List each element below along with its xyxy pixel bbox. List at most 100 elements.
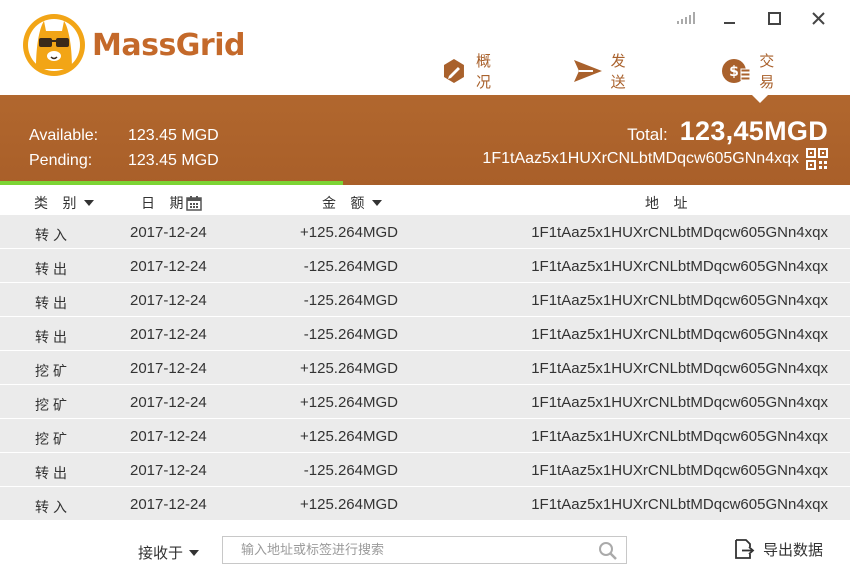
- total-value: 123,45MGD: [679, 116, 828, 146]
- column-address-label: 地 址: [645, 196, 693, 212]
- transaction-type: 转出: [35, 262, 71, 278]
- transaction-amount: -125.264MGD: [303, 258, 398, 275]
- window-controls: [664, 8, 840, 28]
- transaction-amount: +125.264MGD: [300, 496, 398, 513]
- search-icon[interactable]: [598, 541, 618, 561]
- maximize-button[interactable]: [752, 8, 796, 28]
- pencil-square-icon: [443, 59, 464, 83]
- table-row[interactable]: 转入 2017-12-24 +125.264MGD 1F1tAaz5x1HUXrCNL…: [0, 215, 850, 249]
- pending-value: 123.45 MGD: [128, 152, 219, 169]
- column-date-header[interactable]: 日 期: [141, 193, 203, 213]
- column-amount-header[interactable]: 金 额: [322, 193, 383, 213]
- chevron-down-icon: [372, 200, 383, 206]
- type-filter-dropdown[interactable]: 接收于: [138, 542, 200, 563]
- coin-list-icon: $: [722, 59, 751, 83]
- export-label: 导出数据: [763, 540, 824, 559]
- active-tab-indicator: [751, 94, 769, 103]
- transaction-amount: +125.264MGD: [300, 224, 398, 241]
- table-row[interactable]: 转入 2017-12-24 +125.264MGD 1F1tAaz5x1HUXrCNL…: [0, 487, 850, 521]
- tab-send[interactable]: 发 送: [573, 50, 658, 92]
- transaction-type: 挖矿: [35, 398, 71, 414]
- available-label: Available:: [29, 127, 99, 144]
- main-nav: 概 况 发 送 $ 交 易: [440, 50, 850, 92]
- transaction-date: 2017-12-24: [130, 428, 207, 445]
- transaction-date: 2017-12-24: [130, 394, 207, 411]
- transaction-address: 1F1tAaz5x1HUXrCNLbtMDqcw605GNn4xqx: [531, 428, 828, 445]
- transaction-address: 1F1tAaz5x1HUXrCNLbtMDqcw605GNn4xqx: [531, 462, 828, 479]
- transaction-date: 2017-12-24: [130, 326, 207, 343]
- column-type-header[interactable]: 类 别: [34, 193, 95, 213]
- transaction-amount: -125.264MGD: [303, 326, 398, 343]
- transaction-amount: +125.264MGD: [300, 394, 398, 411]
- chevron-down-icon: [189, 549, 200, 556]
- available-balance: Available: 123.45 MGD: [29, 127, 219, 145]
- column-amount-label: 金 额: [322, 196, 370, 212]
- transaction-address: 1F1tAaz5x1HUXrCNLbtMDqcw605GNn4xqx: [531, 224, 828, 241]
- search-input[interactable]: [223, 537, 583, 563]
- app-name: MassGrid: [92, 27, 246, 63]
- table-row[interactable]: 转出 2017-12-24 -125.264MGD 1F1tAaz5x1HUXrCNL…: [0, 317, 850, 351]
- wallet-address[interactable]: 1F1tAaz5x1HUXrCNLbtMDqcw605GNn4xqx: [482, 150, 799, 168]
- transaction-amount: +125.264MGD: [300, 428, 398, 445]
- qr-code-icon[interactable]: [806, 148, 828, 170]
- transaction-amount: +125.264MGD: [300, 360, 398, 377]
- pending-balance: Pending: 123.45 MGD: [29, 152, 219, 170]
- table-row[interactable]: 挖矿 2017-12-24 +125.264MGD 1F1tAaz5x1HUXrCNL…: [0, 385, 850, 419]
- transaction-date: 2017-12-24: [130, 258, 207, 275]
- alpaca-logo-icon: [23, 14, 85, 76]
- transaction-date: 2017-12-24: [130, 292, 207, 309]
- wallet-address-row: 1F1tAaz5x1HUXrCNLbtMDqcw605GNn4xqx: [482, 148, 828, 170]
- svg-text:$: $: [729, 64, 739, 80]
- transaction-type: 转出: [35, 296, 71, 312]
- pending-label: Pending:: [29, 152, 93, 169]
- close-button[interactable]: [796, 8, 840, 28]
- transaction-date: 2017-12-24: [130, 360, 207, 377]
- transaction-type: 转入: [35, 500, 71, 516]
- paper-plane-icon: [573, 60, 602, 82]
- transaction-address: 1F1tAaz5x1HUXrCNLbtMDqcw605GNn4xqx: [531, 394, 828, 411]
- tab-overview[interactable]: 概 况: [440, 50, 523, 92]
- transaction-address: 1F1tAaz5x1HUXrCNLbtMDqcw605GNn4xqx: [531, 326, 828, 343]
- signal-strength-icon: [664, 8, 708, 28]
- transaction-date: 2017-12-24: [130, 224, 207, 241]
- tab-send-label: 发 送: [610, 52, 630, 91]
- transaction-address: 1F1tAaz5x1HUXrCNLbtMDqcw605GNn4xqx: [531, 496, 828, 513]
- table-row[interactable]: 转出 2017-12-24 -125.264MGD 1F1tAaz5x1HUXrCNL…: [0, 283, 850, 317]
- available-value: 123.45 MGD: [128, 127, 219, 144]
- table-row[interactable]: 挖矿 2017-12-24 +125.264MGD 1F1tAaz5x1HUXrCNL…: [0, 351, 850, 385]
- transaction-type: 挖矿: [35, 364, 71, 380]
- column-date-label: 日 期: [141, 196, 189, 212]
- transaction-address: 1F1tAaz5x1HUXrCNLbtMDqcw605GNn4xqx: [531, 292, 828, 309]
- calendar-icon: [186, 196, 203, 211]
- transaction-type: 挖矿: [35, 432, 71, 448]
- transaction-table: 转入 2017-12-24 +125.264MGD 1F1tAaz5x1HUXrCNL…: [0, 215, 850, 521]
- transaction-amount: -125.264MGD: [303, 462, 398, 479]
- chevron-down-icon: [84, 200, 95, 206]
- transaction-address: 1F1tAaz5x1HUXrCNLbtMDqcw605GNn4xqx: [531, 258, 828, 275]
- total-label: Total:: [627, 125, 668, 144]
- transaction-type: 转出: [35, 330, 71, 346]
- table-row[interactable]: 转出 2017-12-24 -125.264MGD 1F1tAaz5x1HUXrCNL…: [0, 453, 850, 487]
- table-header: 类 别 日 期 金 额 地 址: [0, 185, 850, 215]
- tab-overview-label: 概 况: [475, 52, 495, 91]
- footer-toolbar: 接收于 导出数据: [0, 522, 850, 580]
- minimize-button[interactable]: [708, 8, 752, 28]
- column-address-header: 地 址: [645, 193, 692, 213]
- export-button[interactable]: 导出数据: [733, 538, 823, 560]
- transaction-date: 2017-12-24: [130, 496, 207, 513]
- tab-transactions[interactable]: $ 交 易: [721, 50, 806, 92]
- transaction-amount: -125.264MGD: [303, 292, 398, 309]
- total-balance: Total: 123,45MGD: [627, 116, 828, 147]
- transaction-type: 转入: [35, 228, 71, 244]
- transaction-type: 转出: [35, 466, 71, 482]
- type-filter-value: 接收于: [138, 544, 184, 562]
- column-type-label: 类 别: [34, 196, 82, 212]
- header: MassGrid 概 况 发 送 $ 交 易: [0, 0, 850, 95]
- tab-transactions-label: 交 易: [759, 52, 779, 91]
- table-row[interactable]: 挖矿 2017-12-24 +125.264MGD 1F1tAaz5x1HUXrCNL…: [0, 419, 850, 453]
- table-row[interactable]: 转出 2017-12-24 -125.264MGD 1F1tAaz5x1HUXrCNL…: [0, 249, 850, 283]
- app-logo: MassGrid: [22, 13, 246, 77]
- search-box[interactable]: [222, 536, 627, 564]
- transaction-address: 1F1tAaz5x1HUXrCNLbtMDqcw605GNn4xqx: [531, 360, 828, 377]
- transaction-date: 2017-12-24: [130, 462, 207, 479]
